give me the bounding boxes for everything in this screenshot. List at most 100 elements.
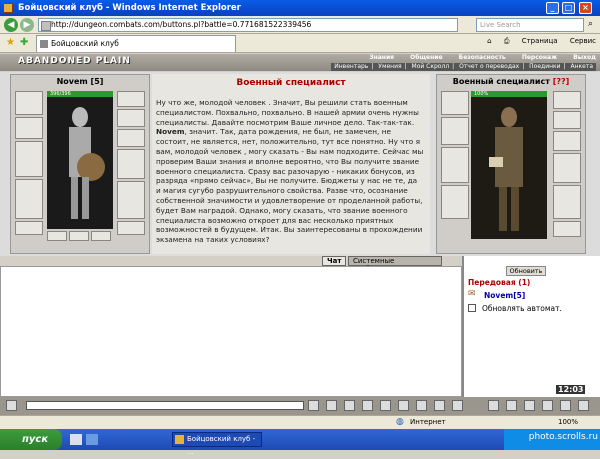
tab-active[interactable]: Бойцовский клуб	[36, 35, 236, 52]
submenu-skills[interactable]: Умения	[378, 63, 401, 70]
filter-icon[interactable]	[344, 400, 355, 411]
translit-icon[interactable]	[398, 400, 409, 411]
npc-bracer-slot	[441, 117, 469, 145]
dialog-player-name: Novem	[156, 127, 185, 137]
online-user-name: Novem	[484, 291, 514, 300]
action-icon-4[interactable]	[542, 400, 553, 411]
player-level: [5]	[90, 77, 104, 86]
user-action-icon[interactable]: ✉	[468, 289, 476, 299]
action-icon-6[interactable]	[578, 400, 589, 411]
armor-slot[interactable]	[15, 179, 43, 219]
amulet-slot[interactable]	[117, 91, 145, 107]
private-icon[interactable]	[380, 400, 391, 411]
bracer-slot[interactable]	[15, 117, 43, 139]
boots-slot[interactable]	[117, 221, 145, 235]
online-user[interactable]: Novem[5]	[484, 291, 525, 300]
game-content: Novem [5] 396/396 Военный специалист Ну …	[0, 72, 600, 256]
npc-name-line: Военный специалист [??]	[437, 75, 585, 89]
pocket-slot-1[interactable]	[47, 231, 67, 241]
tab-title: Бойцовский клуб	[51, 39, 119, 48]
sub-menu: Инвентарь | Умения | Мой Скролл | Отчет о п…	[331, 63, 596, 71]
online-list-panel: Обновить Передовая (1) ✉ Novem[5] Обновл…	[462, 256, 600, 397]
page-icon	[40, 40, 48, 48]
game-logo: ABANDONED PLAIN	[18, 56, 131, 66]
helmet-slot[interactable]	[15, 91, 43, 115]
favorites-star-icon[interactable]: ★	[6, 37, 15, 48]
npc-name: Военный специалист	[452, 77, 550, 86]
maximize-button[interactable]: □	[562, 2, 575, 14]
tools-menu[interactable]: Сервис	[570, 37, 596, 45]
tab-system-messages[interactable]: Системные сообщения	[348, 256, 442, 273]
quicklaunch-icon-2[interactable]	[86, 434, 98, 445]
player-name[interactable]: Novem	[57, 77, 88, 86]
submenu-inventory[interactable]: Инвентарь	[334, 63, 368, 70]
weapon-slot[interactable]	[15, 141, 43, 177]
page-menu[interactable]: Страница	[522, 37, 558, 45]
npc-portrait	[471, 97, 547, 239]
refresh-button[interactable]: Обновить	[506, 266, 546, 276]
npc-level[interactable]: [??]	[553, 77, 570, 86]
general-figure	[489, 107, 523, 231]
chat-menu-icon[interactable]	[6, 400, 17, 411]
action-icon-5[interactable]	[560, 400, 571, 411]
internet-zone: Интернет	[410, 418, 446, 426]
belt-slot[interactable]	[15, 221, 43, 235]
submenu-profile[interactable]: Анкета	[570, 63, 593, 70]
back-icon[interactable]: ◀	[4, 18, 18, 32]
window-title: Бойцовский клуб - Windows Internet Explo…	[18, 3, 241, 13]
task-ie-icon	[175, 435, 184, 444]
auto-refresh-checkbox[interactable]	[468, 304, 476, 312]
legs-slot[interactable]	[117, 181, 145, 219]
dialog-text-part2: , значит. Так, дата рождения, не был, не…	[156, 127, 424, 245]
send-icon[interactable]	[308, 400, 319, 411]
player-portrait[interactable]	[47, 97, 113, 229]
npc-shield-slot	[553, 153, 581, 183]
ring-slot[interactable]	[117, 109, 145, 127]
auto-refresh-toggle[interactable]: Обновлять автомат.	[468, 304, 562, 313]
action-icon-1[interactable]	[488, 400, 499, 411]
sound-icon[interactable]	[416, 400, 427, 411]
minimize-button[interactable]: _	[546, 2, 559, 14]
submenu-scroll[interactable]: Мой Скролл	[412, 63, 450, 70]
pocket-slot-2[interactable]	[69, 231, 89, 241]
clear-icon[interactable]	[326, 400, 337, 411]
browser-status-bar: ◍ Интернет 100%	[0, 415, 600, 429]
zoom-level[interactable]: 100%	[558, 416, 578, 429]
address-bar: ◀ ▶ http://dungeon.combats.com/buttons.p…	[0, 16, 600, 34]
pocket-slot-3[interactable]	[91, 231, 111, 241]
npc-ring-slot	[553, 111, 581, 129]
action-icon-2[interactable]	[506, 400, 517, 411]
add-favorites-icon[interactable]: ✚	[20, 37, 28, 48]
save-icon[interactable]	[362, 400, 373, 411]
submenu-fights[interactable]: Поединки	[529, 63, 560, 70]
watermark: photo.scrolls.ru	[528, 432, 598, 442]
gloves-slot[interactable]	[117, 129, 145, 147]
chat-input[interactable]	[26, 401, 304, 410]
chat-area[interactable]	[0, 266, 462, 397]
print-icon[interactable]: ⎙	[504, 37, 510, 45]
shield-slot[interactable]	[117, 149, 145, 179]
menu-knowledge[interactable]: Знания	[369, 54, 394, 61]
smiles-icon[interactable]	[452, 400, 463, 411]
url-input[interactable]: http://dungeon.combats.com/buttons.pl?ba…	[38, 18, 458, 32]
home-icon[interactable]: ⌂	[487, 37, 491, 45]
action-icon-3[interactable]	[524, 400, 535, 411]
submenu-transfers[interactable]: Отчет о переводах	[459, 63, 519, 70]
npc-legs-slot	[553, 185, 581, 219]
menu-exit[interactable]: Выход	[573, 54, 596, 61]
npc-armor-slot	[441, 185, 469, 219]
menu-communication[interactable]: Общение	[410, 54, 442, 61]
taskbar-item-ie[interactable]: Бойцовский клуб - ...	[172, 432, 262, 456]
settings-icon[interactable]	[434, 400, 445, 411]
task-title: Бойцовский клуб - ...	[187, 435, 256, 456]
search-icon[interactable]: ⌕	[588, 19, 593, 29]
game-clock: 12:03	[556, 385, 586, 394]
forward-icon[interactable]: ▶	[20, 18, 34, 32]
close-button[interactable]: ×	[579, 2, 592, 14]
tab-chat[interactable]: Чат	[322, 256, 347, 266]
start-button[interactable]: пуск	[0, 429, 62, 450]
search-input[interactable]: Live Search	[476, 18, 584, 32]
menu-security[interactable]: Безопасность	[459, 54, 506, 61]
quicklaunch-icon-1[interactable]	[70, 434, 82, 445]
menu-character[interactable]: Персонаж	[522, 54, 557, 61]
